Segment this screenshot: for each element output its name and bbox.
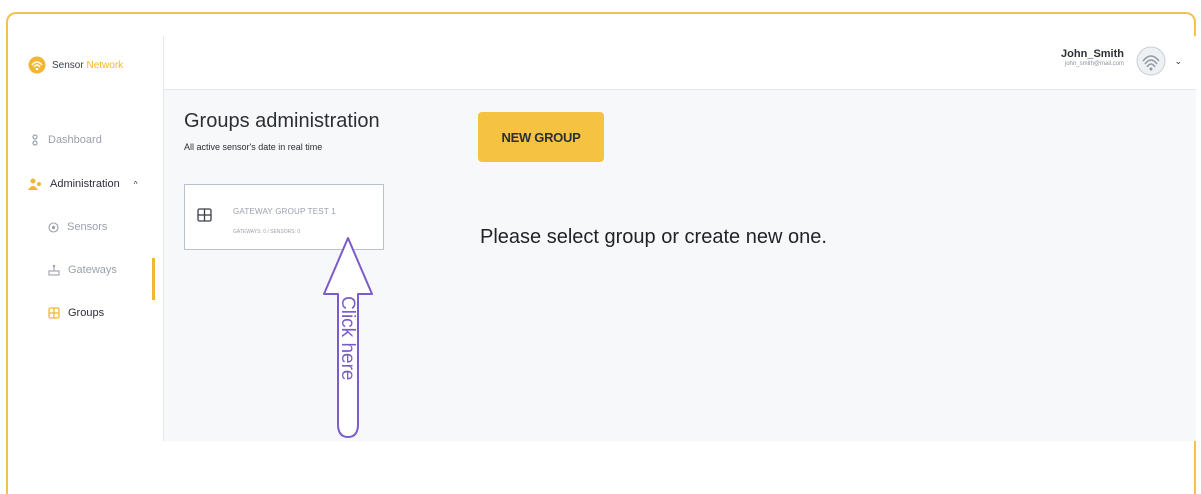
dashboard-icon [32, 134, 38, 146]
sidebar-item-label: Gateways [68, 264, 117, 276]
user-menu-chevron-icon[interactable]: ⌄ [1174, 56, 1182, 67]
active-nav-indicator [152, 258, 155, 300]
empty-state-message: Please select group or create new one. [480, 226, 827, 248]
sidebar-item-label: Groups [68, 307, 105, 319]
top-header: John_Smith john_smith@mail.com ⌄ [164, 36, 1196, 90]
brand-name-part1: Sensor [52, 59, 84, 71]
sidebar-item-sensors[interactable]: Sensors [48, 221, 107, 233]
avatar[interactable] [1136, 46, 1166, 76]
user-email: john_smith@mail.com [1064, 61, 1124, 67]
brand-logo[interactable]: Sensor Network [28, 56, 123, 74]
group-meta: GATEWAYS: 0 / SENSORS: 0 [233, 229, 301, 235]
collapse-chevron-icon[interactable]: ^ [134, 180, 138, 189]
click-here-text: Click here [337, 296, 358, 380]
brand-name: Sensor Network [52, 60, 123, 71]
group-grid-icon [197, 208, 212, 222]
brand-name-part2: Network [86, 59, 124, 71]
click-here-arrow-annotation: Click here [323, 237, 373, 438]
group-name: GATEWAY GROUP TEST 1 [233, 207, 336, 216]
sidebar-item-administration[interactable]: Administration ^ [28, 178, 137, 190]
sidebar-item-dashboard[interactable]: Dashboard [30, 134, 102, 146]
page-subtitle: All active sensor's date in real time [184, 142, 323, 152]
sensor-network-logo-icon [28, 56, 46, 74]
administration-icon [28, 178, 41, 190]
sidebar-item-groups[interactable]: Groups [48, 307, 104, 319]
user-name: John_Smith [1061, 48, 1124, 60]
sidebar-item-label: Dashboard [48, 134, 102, 146]
gateway-icon [48, 264, 60, 276]
page-title: Groups administration [184, 110, 380, 132]
user-info[interactable]: John_Smith john_smith@mail.com [1061, 48, 1124, 67]
sensor-icon [48, 221, 59, 233]
sidebar: Sensor Network Dashboard Administration … [8, 36, 164, 441]
sidebar-item-label: Administration [50, 178, 120, 190]
sidebar-item-gateways[interactable]: Gateways [48, 264, 117, 276]
groups-icon [48, 307, 60, 319]
new-group-button[interactable]: NEW GROUP [478, 112, 604, 162]
sidebar-item-label: Sensors [67, 221, 108, 233]
